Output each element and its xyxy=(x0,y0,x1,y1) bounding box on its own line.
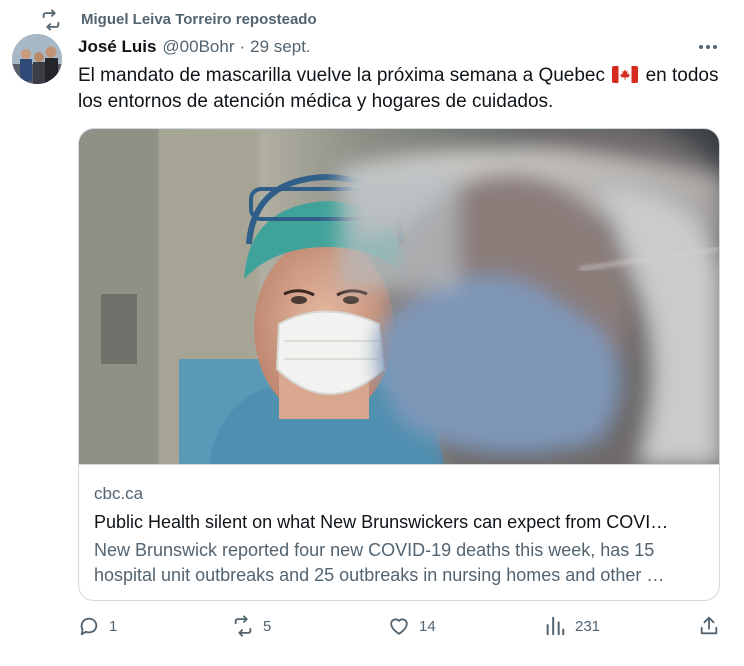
like-button[interactable]: 14 xyxy=(388,615,436,637)
like-count: 14 xyxy=(419,617,436,635)
repost-icon xyxy=(42,9,60,31)
repost-button[interactable]: 5 xyxy=(232,615,271,637)
separator-dot: · xyxy=(239,37,246,56)
avatar-image xyxy=(12,34,62,84)
author-handle[interactable]: @00Bohr xyxy=(162,37,234,57)
views-count: 231 xyxy=(575,617,601,635)
tweet-text-line2: los entornos de atención médica y hogare… xyxy=(78,91,554,112)
tweet-text-line1-part1: El mandato de mascarilla vuelve la próxi… xyxy=(78,65,605,86)
action-bar: 1 5 14 231 xyxy=(0,615,744,645)
more-options-icon[interactable] xyxy=(696,38,720,56)
card-divider xyxy=(79,464,719,465)
share-button[interactable] xyxy=(698,615,720,637)
tweet-text: El mandato de mascarilla vuelve la próxi… xyxy=(78,63,728,115)
card-description-line2: hospital unit outbreaks and 25 outbreaks… xyxy=(94,565,665,585)
card-title: Public Health silent on what New Brunswi… xyxy=(94,512,669,532)
avatar[interactable] xyxy=(12,34,62,84)
repost-count: 5 xyxy=(263,617,272,635)
reply-icon xyxy=(80,617,98,636)
reply-button[interactable]: 1 xyxy=(78,615,117,637)
tweet-date[interactable]: 29 sept. xyxy=(250,37,311,57)
repost-context xyxy=(40,9,62,31)
repost-label[interactable]: Miguel Leiva Torreiro reposteado xyxy=(81,11,317,28)
heart-icon xyxy=(390,618,408,635)
tweet[interactable]: Miguel Leiva Torreiro reposteado José Lu… xyxy=(0,0,744,666)
repost-icon xyxy=(234,615,252,637)
tweet-text-line1-part2: en todos xyxy=(645,65,719,86)
card-domain: cbc.ca xyxy=(94,484,144,503)
canada-flag-icon xyxy=(612,66,639,83)
reply-count: 1 xyxy=(109,617,118,635)
link-card[interactable]: cbc.ca Public Health silent on what New … xyxy=(78,128,720,601)
views-button[interactable]: 231 xyxy=(544,615,600,637)
card-photo xyxy=(79,129,719,464)
card-description-line1: New Brunswick reported four new COVID-19… xyxy=(94,540,655,560)
tweet-header: José Luis @00Bohr · 29 sept. xyxy=(78,36,311,58)
author-name[interactable]: José Luis xyxy=(78,37,156,57)
share-icon xyxy=(700,616,718,635)
views-icon xyxy=(546,616,565,636)
card-description: New Brunswick reported four new COVID-19… xyxy=(94,538,706,588)
